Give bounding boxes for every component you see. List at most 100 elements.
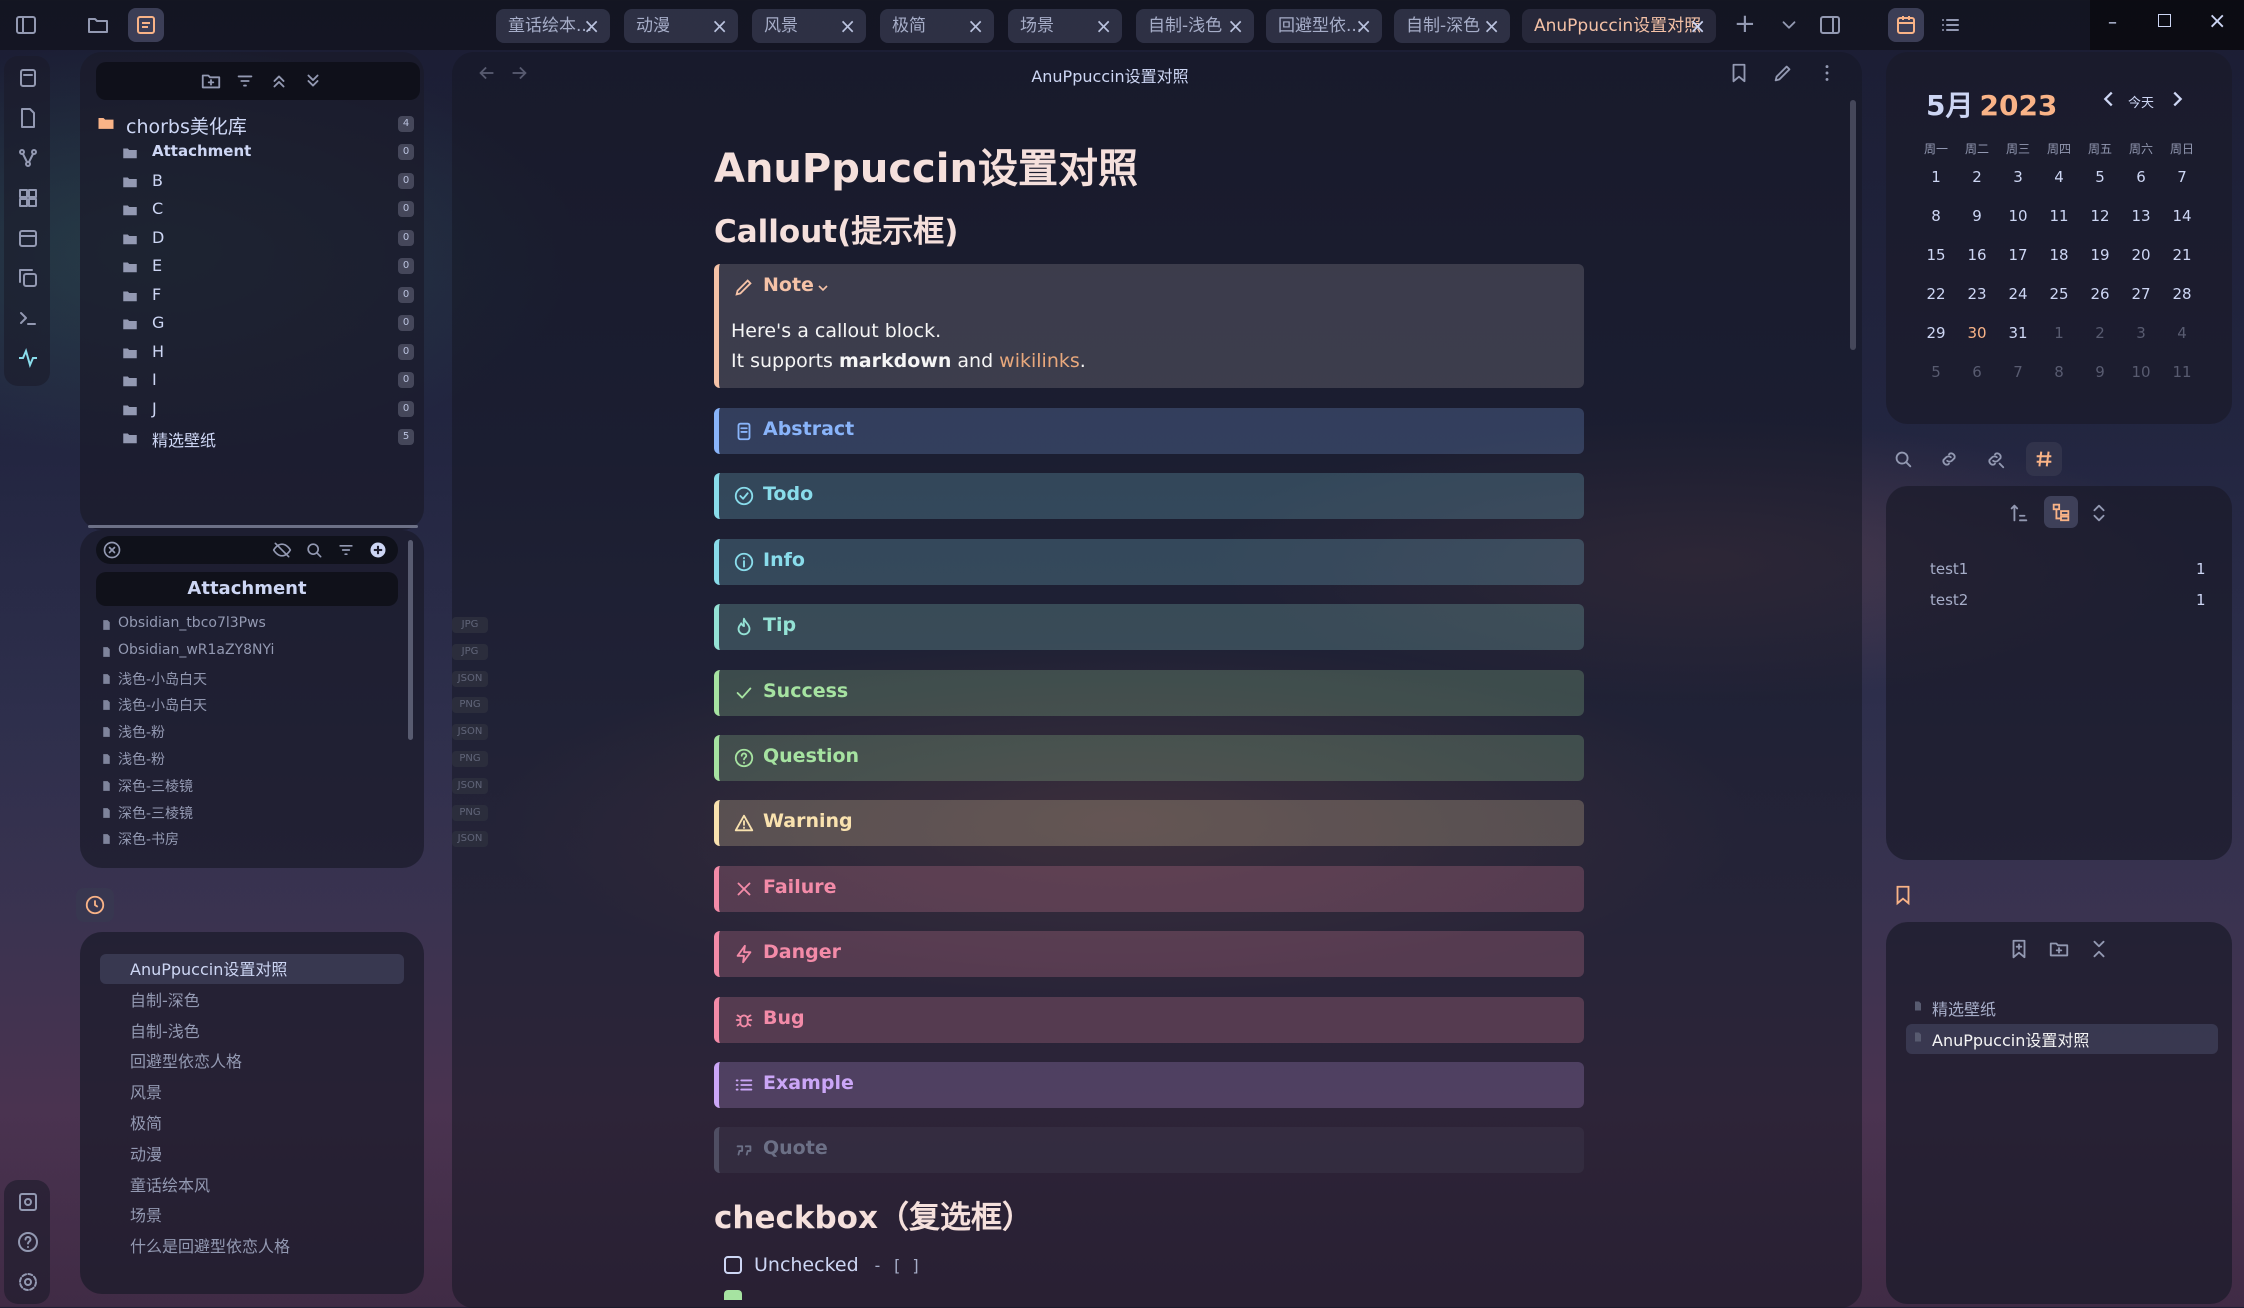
clear-icon[interactable]	[102, 540, 122, 560]
calendar-day[interactable]: 25	[2039, 285, 2079, 303]
collapse-all-icon[interactable]	[268, 70, 290, 92]
close-icon[interactable]: ×	[711, 9, 728, 43]
folder-item[interactable]: Attachment 0	[120, 138, 420, 166]
calendar-day[interactable]: 7	[2162, 168, 2202, 186]
callout-abstract[interactable]: Abstract	[714, 408, 1584, 454]
calendar-day[interactable]: 21	[2162, 246, 2202, 264]
calendar-day[interactable]: 26	[2080, 285, 2120, 303]
new-folder-icon[interactable]	[200, 70, 222, 92]
calendar-day[interactable]: 7	[1998, 363, 2038, 381]
callout-info[interactable]: Info	[714, 538, 1584, 585]
calendar-day[interactable]: 29	[1916, 324, 1956, 342]
recent-file-item[interactable]: 风景	[130, 1079, 162, 1103]
minimize-icon[interactable]: –	[2108, 12, 2117, 33]
calendar-day[interactable]: 5	[2080, 168, 2120, 186]
tab-5[interactable]: 场景 ×	[1008, 9, 1122, 43]
daily-note-icon[interactable]	[16, 226, 40, 250]
recent-file-item[interactable]: 自制-深色	[130, 987, 200, 1011]
bookmark-add-icon[interactable]	[2008, 938, 2030, 960]
calendar-day[interactable]: 24	[1998, 285, 2038, 303]
sidebar-toggle-icon[interactable]	[14, 13, 38, 37]
attachment-item[interactable]: 深色-三棱镜JSON	[98, 774, 488, 798]
tab-1[interactable]: 童话绘本... ×	[496, 9, 610, 43]
close-icon[interactable]: ×	[583, 9, 600, 43]
close-icon[interactable]: ×	[1227, 9, 1244, 43]
close-icon[interactable]: ×	[1483, 9, 1500, 43]
calendar-day[interactable]: 31	[1998, 324, 2038, 342]
calendar-day[interactable]: 6	[1957, 363, 1997, 381]
callout-note[interactable]: Note Here's a callout block. It supports…	[714, 264, 1584, 388]
attachment-item[interactable]: 浅色-小岛白天JSON	[98, 667, 488, 691]
folder-item[interactable]: G0	[120, 309, 420, 337]
calendar-day[interactable]: 17	[1998, 246, 2038, 264]
expand-all-icon[interactable]	[302, 70, 324, 92]
maximize-icon[interactable]	[2158, 14, 2171, 27]
new-group-icon[interactable]	[2048, 938, 2070, 960]
calendar-day[interactable]: 13	[2121, 207, 2161, 225]
settings-gear-icon[interactable]	[16, 1270, 40, 1294]
calendar-day[interactable]: 3	[1998, 168, 2038, 186]
attachment-scrollbar[interactable]	[408, 540, 413, 740]
calendar-day[interactable]: 9	[1957, 207, 1997, 225]
view-header-title[interactable]: AnuPpuccin设置对照	[900, 63, 1320, 87]
chevron-down-icon[interactable]	[815, 280, 831, 296]
copy-icon[interactable]	[16, 266, 40, 290]
search-icon[interactable]	[1892, 448, 1914, 470]
sort-order-icon[interactable]	[2008, 502, 2030, 524]
calendar-day[interactable]: 19	[2080, 246, 2120, 264]
folder-item[interactable]: 精选壁纸 5	[120, 423, 420, 451]
today-button[interactable]: 今天	[2128, 92, 2154, 111]
calendar-day[interactable]: 23	[1957, 285, 1997, 303]
activity-icon[interactable]	[16, 346, 40, 370]
recent-file-item[interactable]: 回避型依恋人格	[130, 1048, 242, 1072]
callout-todo[interactable]: Todo	[714, 473, 1584, 520]
close-window-icon[interactable]: ×	[2208, 9, 2226, 34]
attachment-item[interactable]: 浅色-粉JSON	[98, 720, 488, 744]
calendar-day[interactable]: 22	[1916, 285, 1956, 303]
callout-quote[interactable]: Quote	[714, 1127, 1584, 1174]
folder-item[interactable]: F0	[120, 281, 420, 309]
files-tab-icon[interactable]	[128, 8, 164, 42]
tab-7[interactable]: 回避型依... ×	[1266, 9, 1382, 43]
tab-active[interactable]: AnuPpuccin设置对照 ×	[1522, 9, 1716, 43]
wikilink[interactable]: wikilinks	[999, 350, 1080, 372]
calendar-day[interactable]: 30	[1957, 324, 1997, 342]
calendar-day[interactable]: 3	[2121, 324, 2161, 342]
folder-item[interactable]: J0	[120, 395, 420, 423]
more-options-icon[interactable]	[1816, 62, 1838, 84]
folder-item[interactable]: I0	[120, 366, 420, 394]
tab-2[interactable]: 动漫 ×	[624, 9, 738, 43]
hide-icon[interactable]	[272, 540, 292, 560]
bookmark-tab-icon[interactable]	[1892, 884, 1914, 906]
folder-icon[interactable]	[86, 13, 110, 37]
vault-root[interactable]: chorbs美化库 4	[96, 110, 416, 138]
close-icon[interactable]: ×	[1355, 9, 1372, 43]
callout-danger[interactable]: Danger	[714, 931, 1584, 978]
recent-file-item[interactable]: 童话绘本风	[130, 1172, 210, 1196]
calendar-day[interactable]: 11	[2162, 363, 2202, 381]
calendar-day[interactable]: 14	[2162, 207, 2202, 225]
calendar-day[interactable]: 2	[2080, 324, 2120, 342]
right-sidebar-toggle-icon[interactable]	[1818, 13, 1842, 37]
chevron-down-icon[interactable]	[1778, 14, 1800, 36]
attachment-item[interactable]: 浅色-粉PNG	[98, 747, 488, 771]
tab-3[interactable]: 风景 ×	[752, 9, 866, 43]
calendar-day[interactable]: 12	[2080, 207, 2120, 225]
close-icon[interactable]: ×	[1689, 9, 1706, 43]
folder-item[interactable]: D0	[120, 224, 420, 252]
editor-scrollbar[interactable]	[1850, 100, 1856, 350]
bookmark-icon[interactable]	[1728, 62, 1750, 84]
expand-collapse-icon[interactable]	[2088, 502, 2110, 524]
attachment-item[interactable]: Obsidian_tbco7l3PwsJPG	[98, 613, 488, 637]
prev-month-icon[interactable]	[2098, 88, 2120, 110]
callout-warning[interactable]: Warning	[714, 800, 1584, 847]
calendar-day[interactable]: 15	[1916, 246, 1956, 264]
folder-item[interactable]: B0	[120, 167, 420, 195]
terminal-icon[interactable]	[16, 306, 40, 330]
calendar-day[interactable]: 4	[2039, 168, 2079, 186]
help-icon[interactable]	[16, 1230, 40, 1254]
tree-view-icon[interactable]	[2044, 496, 2078, 528]
recent-file-item[interactable]: 极简	[130, 1110, 162, 1134]
calendar-day[interactable]: 8	[2039, 363, 2079, 381]
recent-file-item[interactable]: 动漫	[130, 1141, 162, 1165]
